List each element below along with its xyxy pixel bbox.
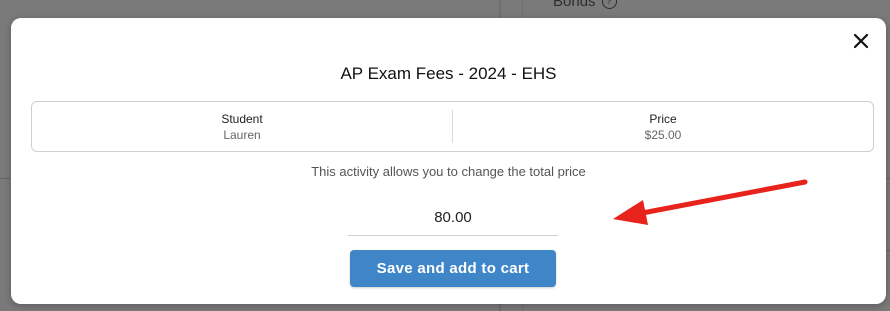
total-price-input[interactable] <box>348 200 558 236</box>
bonds-text: Bonds <box>553 0 596 10</box>
student-header: Student <box>221 111 263 126</box>
save-and-add-to-cart-button[interactable]: Save and add to cart <box>350 250 556 287</box>
close-button[interactable] <box>848 28 874 54</box>
price-column: Price $25.00 <box>453 102 873 151</box>
red-arrow-annotation <box>613 179 808 225</box>
price-header: Price <box>649 111 677 126</box>
activity-modal: AP Exam Fees - 2024 - EHS Student Lauren… <box>11 18 886 304</box>
modal-title: AP Exam Fees - 2024 - EHS <box>340 64 557 83</box>
student-column: Student Lauren <box>32 102 452 151</box>
student-value: Lauren <box>223 127 261 142</box>
question-circle-icon: ? <box>601 0 617 9</box>
info-card: Student Lauren Price $25.00 <box>31 101 874 152</box>
background-bonds-label: Bonds ? <box>553 0 617 10</box>
close-icon <box>853 33 869 49</box>
price-value: $25.00 <box>644 127 682 142</box>
background-divider <box>0 178 10 179</box>
